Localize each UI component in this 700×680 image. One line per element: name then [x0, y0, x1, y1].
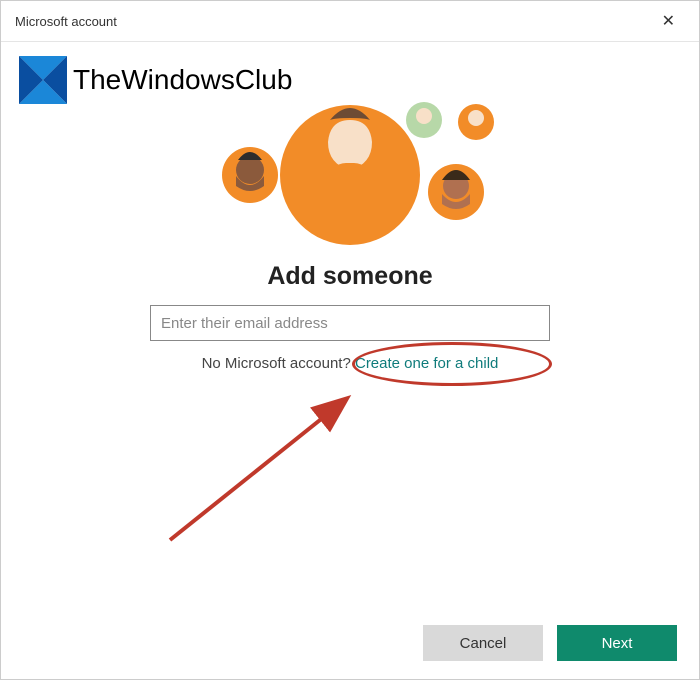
annotation-arrow-icon — [165, 390, 375, 550]
next-button[interactable]: Next — [557, 625, 677, 661]
helper-text: No Microsoft account? — [202, 355, 351, 372]
email-input[interactable] — [150, 305, 550, 341]
create-child-link[interactable]: Create one for a child — [355, 355, 498, 372]
page-heading: Add someone — [1, 262, 699, 291]
helper-row: No Microsoft account? Create one for a c… — [202, 355, 499, 372]
close-icon[interactable]: ✕ — [652, 9, 685, 33]
cancel-button[interactable]: Cancel — [423, 625, 543, 661]
window-title: Microsoft account — [15, 14, 117, 29]
form-area: No Microsoft account? Create one for a c… — [1, 305, 699, 372]
titlebar: Microsoft account ✕ — [1, 1, 699, 42]
dialog-window: Microsoft account ✕ TheWindowsClub — [0, 0, 700, 680]
people-illustration — [1, 80, 699, 260]
dialog-footer: Cancel Next — [1, 607, 699, 679]
